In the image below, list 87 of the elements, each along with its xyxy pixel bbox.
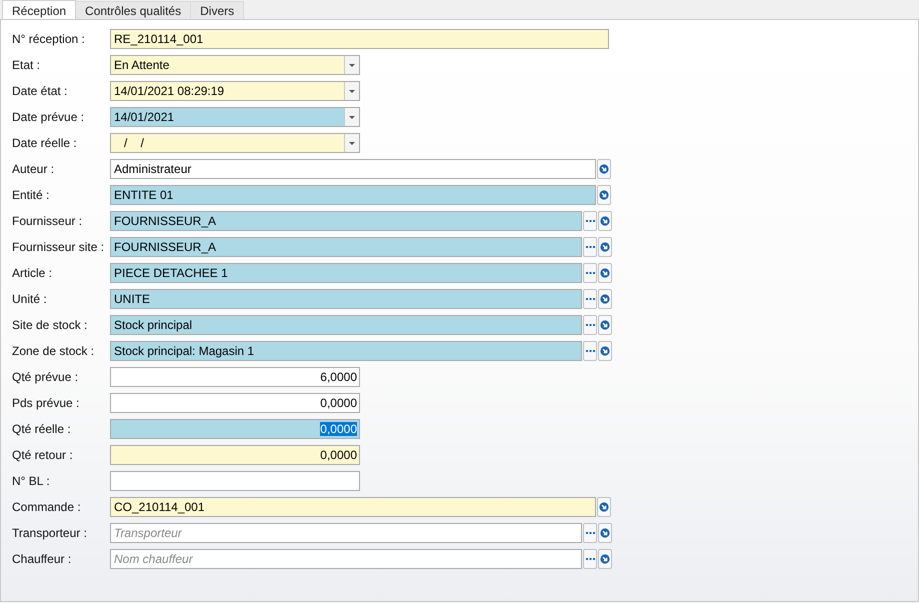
field-label: Transporteur : xyxy=(11,526,88,540)
field-label: Chauffeur : xyxy=(11,552,72,566)
browse-button[interactable] xyxy=(583,211,597,231)
field-label: Pds prévue : xyxy=(11,396,80,410)
lookup-field[interactable]: CO_210114_001 xyxy=(110,497,596,517)
ellipsis-icon xyxy=(586,324,594,326)
ellipsis-icon xyxy=(586,298,594,300)
open-button[interactable] xyxy=(598,237,612,257)
field-label: Fournisseur site : xyxy=(11,240,106,254)
field-label: Article : xyxy=(11,266,54,280)
field-label: Etat : xyxy=(11,58,42,72)
field-label: Date prévue : xyxy=(11,110,86,124)
open-button[interactable] xyxy=(598,211,612,231)
field-label: Qté réelle : xyxy=(11,422,72,436)
open-button[interactable] xyxy=(598,341,612,361)
number-field[interactable]: 6,0000 xyxy=(110,367,360,387)
browse-button[interactable] xyxy=(583,523,597,543)
field-label: Auteur : xyxy=(11,162,56,176)
arrow-circle-icon xyxy=(600,320,610,330)
lookup-field[interactable]: ENTITE 01 xyxy=(110,185,596,205)
arrow-circle-icon xyxy=(600,268,610,278)
arrow-circle-icon xyxy=(600,242,610,252)
arrow-circle-icon xyxy=(599,190,609,200)
lookup-field[interactable]: UNITE xyxy=(110,289,582,309)
field-label: Fournisseur : xyxy=(11,214,84,228)
tab[interactable]: Contrôles qualités xyxy=(75,1,192,19)
field-label: Zone de stock : xyxy=(11,344,96,358)
ellipsis-icon xyxy=(586,246,594,248)
number-field[interactable]: 0,0000 xyxy=(110,393,360,413)
open-button[interactable] xyxy=(597,497,611,517)
arrow-circle-icon xyxy=(599,164,609,174)
ellipsis-icon xyxy=(586,532,594,534)
lookup-field[interactable]: Administrateur xyxy=(110,159,596,179)
lookup-field[interactable]: FOURNISSEUR_A xyxy=(110,211,582,231)
field-label: Entité : xyxy=(11,188,50,202)
open-button[interactable] xyxy=(598,549,612,569)
dropdown-arrow-icon xyxy=(349,142,355,144)
tab[interactable]: Réception xyxy=(2,0,76,19)
arrow-circle-icon xyxy=(600,528,610,538)
browse-button[interactable] xyxy=(583,549,597,569)
arrow-circle-icon xyxy=(600,216,610,226)
browse-button[interactable] xyxy=(583,315,597,335)
field-label: Qté prévue : xyxy=(11,370,80,384)
open-button[interactable] xyxy=(598,523,612,543)
ellipsis-icon xyxy=(586,272,594,274)
number-field[interactable]: 0,0000 xyxy=(110,419,360,439)
lookup-field[interactable]: PIECE DETACHEE 1 xyxy=(110,263,582,283)
arrow-circle-icon xyxy=(600,346,610,356)
dropdown-arrow-icon xyxy=(349,116,355,118)
number-field[interactable]: 0,0000 xyxy=(110,445,360,465)
dropdown-field[interactable]: En Attente xyxy=(110,55,360,75)
lookup-field[interactable]: Transporteur xyxy=(110,523,582,543)
ellipsis-icon xyxy=(586,350,594,352)
dropdown-field[interactable]: 14/01/2021 xyxy=(110,107,360,127)
field-label: Qté retour : xyxy=(11,448,74,462)
open-button[interactable] xyxy=(597,159,611,179)
dropdown-field[interactable]: / / xyxy=(110,133,360,153)
lookup-field[interactable]: Stock principal xyxy=(110,315,582,335)
text-field[interactable]: RE_210114_001 xyxy=(110,29,609,49)
lookup-field[interactable]: Nom chauffeur xyxy=(110,549,582,569)
browse-button[interactable] xyxy=(583,341,597,361)
browse-button[interactable] xyxy=(583,237,597,257)
tab[interactable]: Divers xyxy=(190,1,244,19)
field-label: N° BL : xyxy=(11,474,51,488)
arrow-circle-icon xyxy=(600,294,610,304)
field-label: Unité : xyxy=(11,292,48,306)
dropdown-arrow-icon xyxy=(349,90,355,92)
dropdown-field[interactable]: 14/01/2021 08:29:19 xyxy=(110,81,360,101)
browse-button[interactable] xyxy=(583,263,597,283)
open-button[interactable] xyxy=(598,315,612,335)
lookup-field[interactable]: Stock principal: Magasin 1 xyxy=(110,341,582,361)
ellipsis-icon xyxy=(586,558,594,560)
arrow-circle-icon xyxy=(599,502,609,512)
field-label: Site de stock : xyxy=(11,318,88,332)
field-label: N° réception : xyxy=(11,32,86,46)
open-button[interactable] xyxy=(598,263,612,283)
open-button[interactable] xyxy=(597,185,611,205)
open-button[interactable] xyxy=(598,289,612,309)
browse-button[interactable] xyxy=(583,289,597,309)
lookup-field[interactable]: FOURNISSEUR_A xyxy=(110,237,582,257)
field-label: Date réelle : xyxy=(11,136,78,150)
field-label: Commande : xyxy=(11,500,82,514)
arrow-circle-icon xyxy=(600,554,610,564)
text-field[interactable] xyxy=(110,471,360,491)
ellipsis-icon xyxy=(586,220,594,222)
field-label: Date état : xyxy=(11,84,68,98)
dropdown-arrow-icon xyxy=(349,64,355,66)
